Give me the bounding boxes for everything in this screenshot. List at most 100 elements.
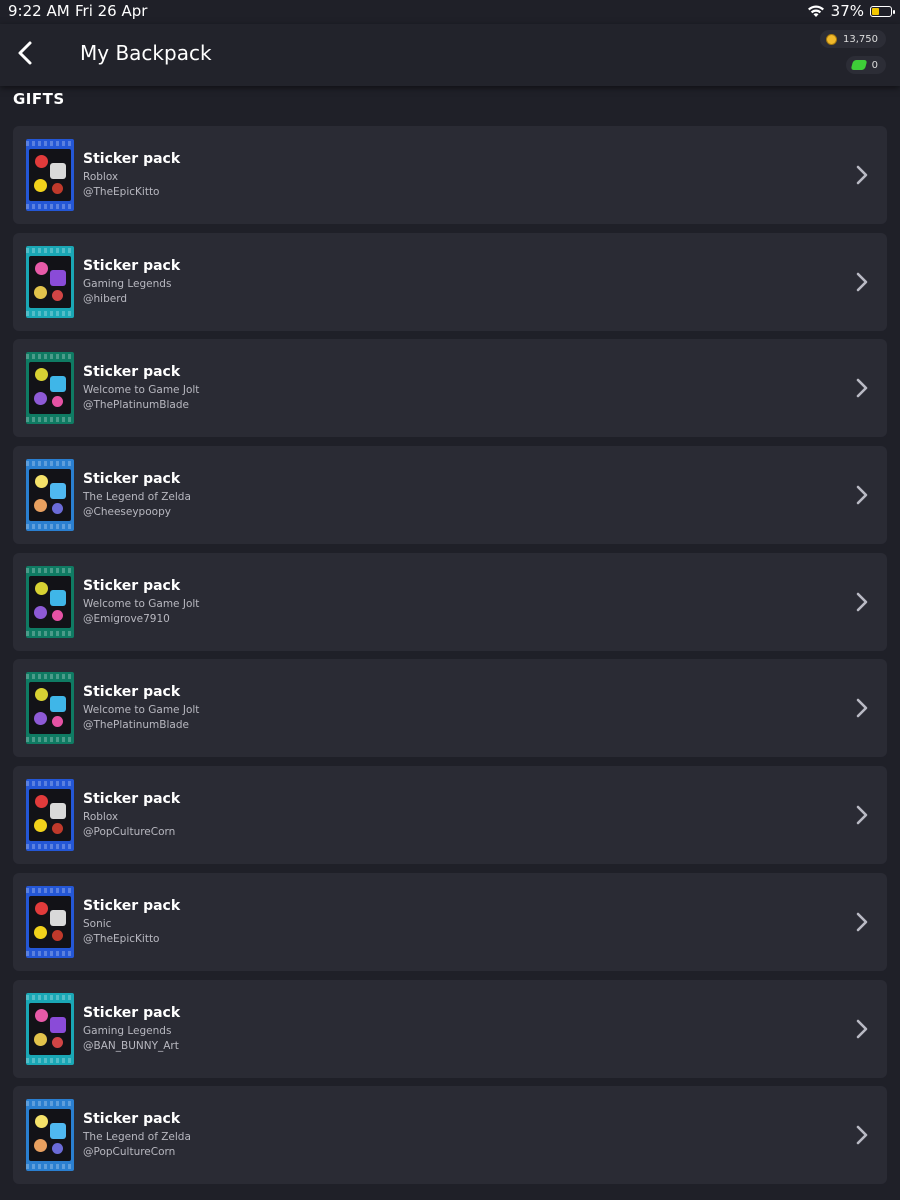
gift-title: Sticker pack	[83, 257, 181, 274]
status-time: 9:22 AM	[8, 2, 70, 20]
battery-icon	[870, 5, 895, 17]
sticker-icon	[34, 179, 47, 192]
gift-card[interactable]: Sticker pack Welcome to Game Jolt @Emigr…	[13, 552, 887, 651]
gift-collection: Gaming Legends	[83, 277, 172, 290]
sticker-icon	[52, 183, 63, 194]
gift-card[interactable]: Sticker pack Roblox @TheEpicKitto	[13, 126, 887, 224]
gift-title: Sticker pack	[83, 364, 181, 381]
gift-sender: @PopCultureCorn	[83, 826, 176, 839]
sticker-pack-image	[26, 992, 74, 1065]
gift-collection: Welcome to Game Jolt	[83, 384, 200, 397]
gift-title: Sticker pack	[83, 1111, 181, 1128]
chevron-right-icon	[856, 592, 868, 612]
status-date: Fri 26 Apr	[75, 2, 148, 20]
pack-edge-top	[26, 141, 74, 146]
sticker-icon	[52, 289, 63, 301]
section-title-gifts: GIFTS	[13, 90, 65, 108]
gift-title: Sticker pack	[83, 791, 181, 808]
chevron-right-icon	[856, 379, 868, 398]
chevron-right-icon	[856, 1019, 868, 1038]
gift-sender: @BAN_BUNNY_Art	[83, 1039, 179, 1052]
sticker-icon	[50, 909, 66, 926]
pack-edge-top	[26, 567, 74, 573]
pack-edge-top	[26, 247, 74, 253]
pack-edge-bottom	[26, 204, 74, 209]
pack-edge-bottom	[26, 844, 74, 850]
battery-percent: 37%	[830, 2, 864, 20]
gift-sender: @hiberd	[83, 292, 127, 305]
gift-card[interactable]: Sticker pack The Legend of Zelda @Cheese…	[13, 446, 887, 545]
gift-card[interactable]: Sticker pack Sonic @TheEpicKitto	[13, 872, 887, 971]
pack-edge-bottom	[26, 737, 74, 743]
gift-title: Sticker pack	[83, 1004, 181, 1021]
sticker-icon	[50, 163, 66, 179]
pack-edge-bottom	[26, 630, 74, 636]
gift-card[interactable]: Sticker pack Gaming Legends @BAN_BUNNY_A…	[13, 979, 887, 1078]
status-right: 37%	[807, 2, 895, 20]
sticker-pack-image	[26, 565, 74, 638]
sticker-icon	[35, 155, 48, 168]
gift-title: Sticker pack	[83, 151, 181, 167]
pack-edge-bottom	[26, 524, 74, 530]
pack-edge-top	[26, 674, 74, 680]
gift-card[interactable]: Sticker pack Welcome to Game Jolt @ThePl…	[13, 659, 887, 758]
gift-collection: Sonic	[83, 917, 112, 930]
coin-balance[interactable]: 13,750	[820, 30, 886, 48]
sticker-icon	[35, 475, 48, 489]
chevron-right-icon	[856, 272, 868, 291]
sticker-icon	[34, 1032, 47, 1046]
gift-title: Sticker pack	[83, 471, 181, 488]
sticker-icon	[34, 499, 47, 513]
sticker-icon	[50, 1016, 66, 1033]
gift-card[interactable]: Sticker pack Welcome to Game Jolt @ThePl…	[13, 339, 887, 438]
chevron-right-icon	[856, 165, 868, 185]
sticker-icon	[50, 589, 66, 606]
coin-icon	[826, 33, 837, 45]
sticker-icon	[50, 696, 66, 713]
gift-collection: Welcome to Game Jolt	[83, 704, 200, 717]
gem-icon	[850, 60, 867, 70]
chevron-right-icon	[856, 805, 868, 825]
gift-sender: @TheEpicKitto	[83, 186, 160, 198]
gift-sender: @ThePlatinumBlade	[83, 719, 189, 732]
pack-edge-bottom	[26, 950, 74, 956]
sticker-icon	[50, 269, 66, 286]
sticker-pack-image	[26, 779, 74, 852]
pack-edge-top	[26, 781, 74, 787]
gift-collection: The Legend of Zelda	[83, 1131, 191, 1144]
gift-card[interactable]: Sticker pack Roblox @PopCultureCorn	[13, 766, 887, 865]
sticker-icon	[34, 925, 47, 939]
sticker-icon	[52, 1036, 63, 1048]
chevron-right-icon	[856, 485, 868, 505]
chevron-right-icon	[856, 912, 868, 932]
sticker-pack-image	[26, 1099, 74, 1172]
sticker-pack-image	[26, 459, 74, 532]
gift-sender: @ThePlatinumBlade	[83, 399, 189, 412]
gift-sender: @TheEpicKitto	[83, 932, 160, 945]
sticker-icon	[34, 605, 47, 619]
gift-collection: Roblox	[83, 171, 119, 183]
page-title: My Backpack	[80, 41, 212, 65]
wifi-icon	[807, 5, 824, 17]
gift-card[interactable]: Sticker pack Gaming Legends @hiberd	[13, 232, 887, 331]
gift-title: Sticker pack	[83, 684, 181, 701]
sticker-pack-image	[26, 672, 74, 745]
gift-sender: @PopCultureCorn	[83, 1146, 176, 1159]
sticker-icon	[52, 503, 63, 515]
pack-edge-bottom	[26, 417, 74, 423]
pack-edge-bottom	[26, 1164, 74, 1170]
pack-edge-top	[26, 994, 74, 1000]
chevron-right-icon	[856, 1125, 868, 1145]
sticker-icon	[52, 929, 63, 941]
sticker-pack-image	[26, 245, 74, 318]
pack-edge-bottom	[26, 310, 74, 316]
sticker-icon	[50, 1123, 66, 1140]
gem-balance[interactable]: 0	[845, 56, 886, 74]
back-arrow-icon[interactable]	[12, 38, 40, 68]
gift-card[interactable]: Sticker pack The Legend of Zelda @PopCul…	[13, 1086, 887, 1185]
status-bar: 9:22 AM Fri 26 Apr 37%	[0, 0, 900, 24]
coin-count: 13,750	[843, 33, 878, 45]
sticker-icon	[52, 609, 63, 621]
gift-list: Sticker pack Roblox @TheEpicKitto Sticke…	[13, 126, 887, 1193]
gift-sender: @Cheeseypoopy	[83, 506, 171, 519]
